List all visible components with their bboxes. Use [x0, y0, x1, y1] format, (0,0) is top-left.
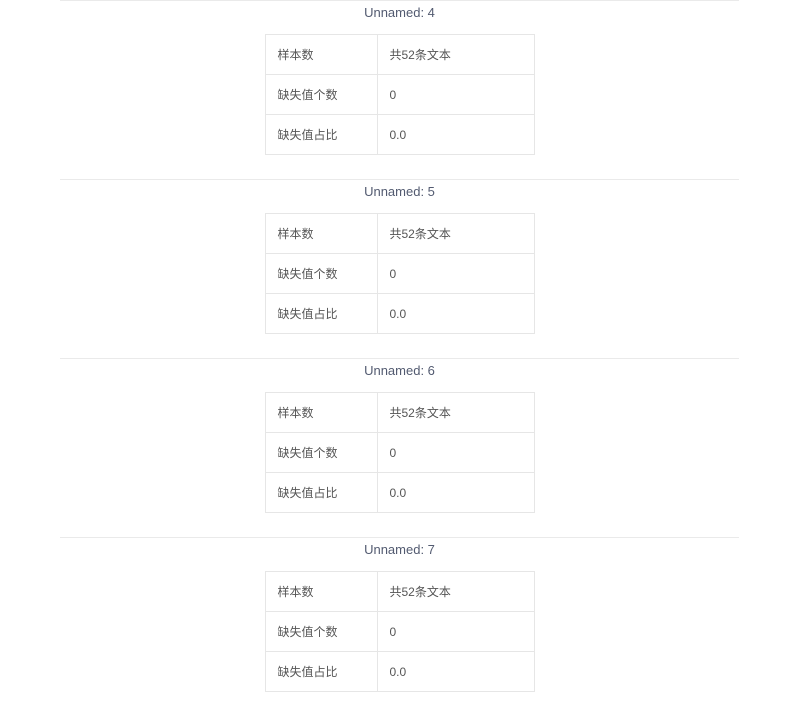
section-title: Unnamed: 6	[60, 359, 739, 392]
stat-label: 缺失值占比	[265, 652, 377, 692]
stats-table: 样本数 共52条文本 缺失值个数 0 缺失值占比 0.0	[265, 213, 535, 334]
table-row: 缺失值个数 0	[265, 612, 534, 652]
table-row: 缺失值个数 0	[265, 254, 534, 294]
stat-label: 缺失值个数	[265, 612, 377, 652]
section-body: 样本数 共52条文本 缺失值个数 0 缺失值占比 0.0	[60, 213, 739, 350]
stat-value: 0	[377, 433, 534, 473]
stat-value: 共52条文本	[377, 35, 534, 75]
stat-label: 缺失值占比	[265, 115, 377, 155]
section-title: Unnamed: 7	[60, 538, 739, 571]
stats-table: 样本数 共52条文本 缺失值个数 0 缺失值占比 0.0	[265, 392, 535, 513]
stat-label: 缺失值个数	[265, 433, 377, 473]
table-row: 样本数 共52条文本	[265, 35, 534, 75]
table-row: 缺失值占比 0.0	[265, 652, 534, 692]
stat-label: 缺失值个数	[265, 254, 377, 294]
stat-label: 样本数	[265, 393, 377, 433]
stat-value: 0	[377, 254, 534, 294]
stat-value: 共52条文本	[377, 393, 534, 433]
stat-label: 缺失值占比	[265, 294, 377, 334]
table-row: 缺失值个数 0	[265, 433, 534, 473]
section-body: 样本数 共52条文本 缺失值个数 0 缺失值占比 0.0	[60, 571, 739, 708]
report-container: Unnamed: 4 样本数 共52条文本 缺失值个数 0 缺失值占比 0.0 …	[60, 0, 739, 708]
section-body: 样本数 共52条文本 缺失值个数 0 缺失值占比 0.0	[60, 34, 739, 171]
stat-label: 样本数	[265, 35, 377, 75]
stat-value: 0.0	[377, 652, 534, 692]
table-row: 样本数 共52条文本	[265, 572, 534, 612]
section-title: Unnamed: 5	[60, 180, 739, 213]
table-row: 缺失值占比 0.0	[265, 115, 534, 155]
table-row: 缺失值占比 0.0	[265, 473, 534, 513]
stat-value: 0.0	[377, 115, 534, 155]
stats-table: 样本数 共52条文本 缺失值个数 0 缺失值占比 0.0	[265, 571, 535, 692]
stats-table: 样本数 共52条文本 缺失值个数 0 缺失值占比 0.0	[265, 34, 535, 155]
stat-value: 共52条文本	[377, 572, 534, 612]
stat-value: 0	[377, 612, 534, 652]
table-row: 缺失值个数 0	[265, 75, 534, 115]
section-title: Unnamed: 4	[60, 1, 739, 34]
section-body: 样本数 共52条文本 缺失值个数 0 缺失值占比 0.0	[60, 392, 739, 529]
stat-label: 样本数	[265, 214, 377, 254]
table-row: 缺失值占比 0.0	[265, 294, 534, 334]
stat-value: 共52条文本	[377, 214, 534, 254]
stat-label: 缺失值占比	[265, 473, 377, 513]
table-row: 样本数 共52条文本	[265, 393, 534, 433]
stat-value: 0.0	[377, 294, 534, 334]
table-row: 样本数 共52条文本	[265, 214, 534, 254]
stat-value: 0.0	[377, 473, 534, 513]
stat-label: 缺失值个数	[265, 75, 377, 115]
stat-label: 样本数	[265, 572, 377, 612]
stat-value: 0	[377, 75, 534, 115]
